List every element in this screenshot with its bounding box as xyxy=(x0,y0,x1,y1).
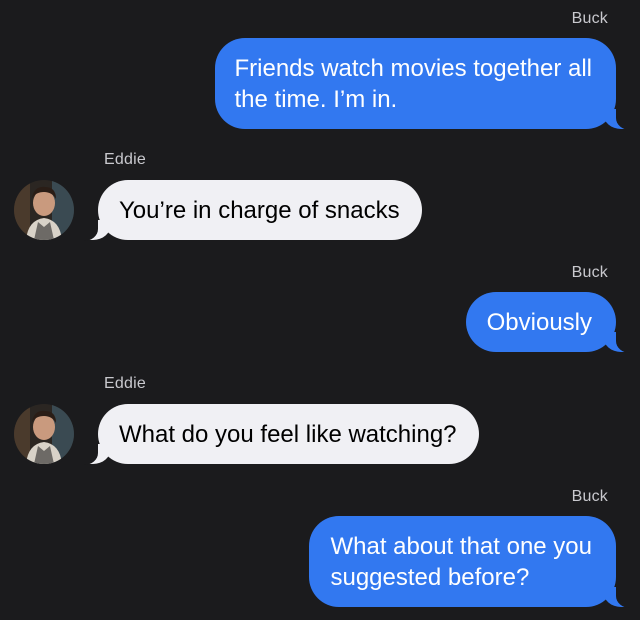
message-thread: Buck Friends watch movies together all t… xyxy=(0,0,640,620)
message-text-line: Obviously xyxy=(486,309,592,336)
message-text-line: What about that one you xyxy=(330,533,592,560)
message-bubble-outgoing[interactable]: Obviously xyxy=(465,292,639,353)
message-text-line: You’re in charge of snacks xyxy=(119,197,400,224)
message-bubble-outgoing[interactable]: What about that one you suggested before… xyxy=(309,516,638,608)
message-text-line: Friends watch movies together all xyxy=(234,55,593,82)
sender-label: Buck xyxy=(571,488,608,505)
message-bubble-incoming[interactable]: You’re in charge of snacks xyxy=(76,180,422,241)
contact-avatar[interactable] xyxy=(14,404,74,464)
avatar-photo-icon xyxy=(14,404,74,464)
message-text-line: the time. I’m in. xyxy=(234,86,398,113)
avatar-photo-icon xyxy=(14,180,74,240)
contact-avatar[interactable] xyxy=(14,180,74,240)
message-bubble-outgoing[interactable]: Friends watch movies together all the ti… xyxy=(214,38,638,130)
message-bubble-incoming[interactable]: What do you feel like watching? xyxy=(76,404,479,465)
sender-label: Buck xyxy=(571,264,608,281)
sender-label: Buck xyxy=(571,10,608,27)
message-text-line: What do you feel like watching? xyxy=(119,421,457,448)
sender-label: Eddie xyxy=(104,151,146,168)
sender-label: Eddie xyxy=(104,375,146,392)
message-text-line: suggested before? xyxy=(330,564,530,591)
